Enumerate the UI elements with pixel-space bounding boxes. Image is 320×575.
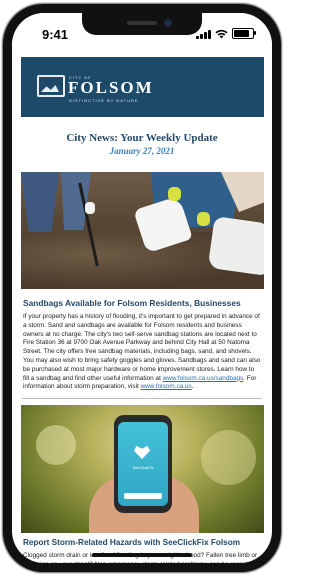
camera-icon bbox=[164, 19, 172, 27]
newsletter-date: January 27, 2021 bbox=[109, 146, 175, 156]
newsletter-title: City News: Your Weekly Update bbox=[66, 132, 218, 144]
divider bbox=[22, 398, 262, 400]
home-indicator[interactable] bbox=[92, 553, 192, 557]
folsom-banner: CITY OF FOLSOM DISTINCTIVE BY NATURE bbox=[21, 57, 264, 117]
logo-tagline: DISTINCTIVE BY NATURE bbox=[69, 98, 139, 103]
phone-frame: 9:41 CITY OF FOLSOM DISTINCTIVE BY NATUR… bbox=[3, 4, 281, 572]
article-title-seeclickfix: Report Storm-Related Hazards with SeeCli… bbox=[23, 538, 241, 548]
signal-icon bbox=[196, 30, 211, 39]
sandbag-photo bbox=[21, 172, 264, 289]
status-icons bbox=[196, 28, 256, 39]
article-body-sandbags: If your property has a history of floodi… bbox=[23, 313, 261, 391]
logo-name: FOLSOM bbox=[68, 78, 154, 97]
email-content[interactable]: CITY OF FOLSOM DISTINCTIVE BY NATURE Cit… bbox=[12, 53, 272, 563]
folsom-logo-icon bbox=[37, 75, 65, 97]
wifi-icon bbox=[215, 29, 228, 39]
city-website-link[interactable]: www.folsom.ca.us bbox=[141, 383, 192, 390]
seeclickfix-photo: SeeClickFix bbox=[21, 405, 264, 534]
notch bbox=[82, 13, 202, 35]
status-time: 9:41 bbox=[42, 27, 69, 42]
speaker-icon bbox=[127, 21, 157, 25]
article-title-sandbags: Sandbags Available for Folsom Residents,… bbox=[23, 298, 241, 308]
phone-screen: 9:41 CITY OF FOLSOM DISTINCTIVE BY NATUR… bbox=[12, 13, 272, 563]
battery-icon bbox=[232, 28, 256, 39]
app-label: SeeClickFix bbox=[132, 465, 154, 471]
status-bar: 9:41 bbox=[12, 13, 272, 53]
sandbags-link[interactable]: www.folsom.ca.us/sandbags bbox=[163, 375, 244, 382]
